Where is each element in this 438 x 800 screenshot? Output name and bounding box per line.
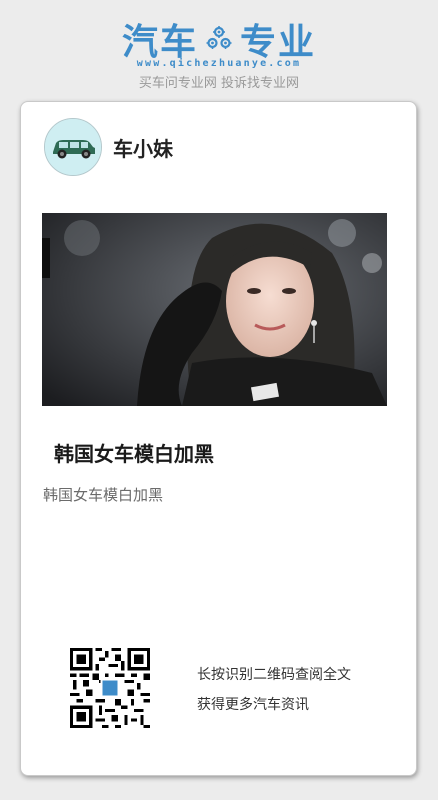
gear-icon: [206, 26, 232, 49]
article-card: 车小妹 韩国女车模白加黑 韩国女车模白加黑 长按识别二维码查阅全文 获得更多汽车…: [20, 101, 417, 776]
qr-code-icon[interactable]: [70, 648, 150, 728]
qr-caption-line2: 获得更多汽车资讯: [197, 697, 309, 713]
qr-caption-line1: 长按识别二维码查阅全文: [197, 667, 351, 683]
brand-logo: 汽车 专业: [0, 18, 438, 63]
brand-url: www.qichezhuanye.com: [136, 58, 302, 69]
article-title: 韩国女车模白加黑: [54, 442, 214, 466]
brand-header: 汽车 专业 www.qichezhuanye.com 买车问专业网 投诉找专业网: [0, 0, 438, 100]
brand-slogan: 买车问专业网 投诉找专业网: [138, 76, 300, 91]
author-name: 车小妹: [113, 137, 173, 161]
article-description: 韩国女车模白加黑: [43, 486, 164, 504]
article-photo[interactable]: [42, 213, 387, 406]
avatar: [44, 118, 102, 176]
car-icon: [45, 119, 101, 175]
photo-illustration: [42, 213, 387, 406]
